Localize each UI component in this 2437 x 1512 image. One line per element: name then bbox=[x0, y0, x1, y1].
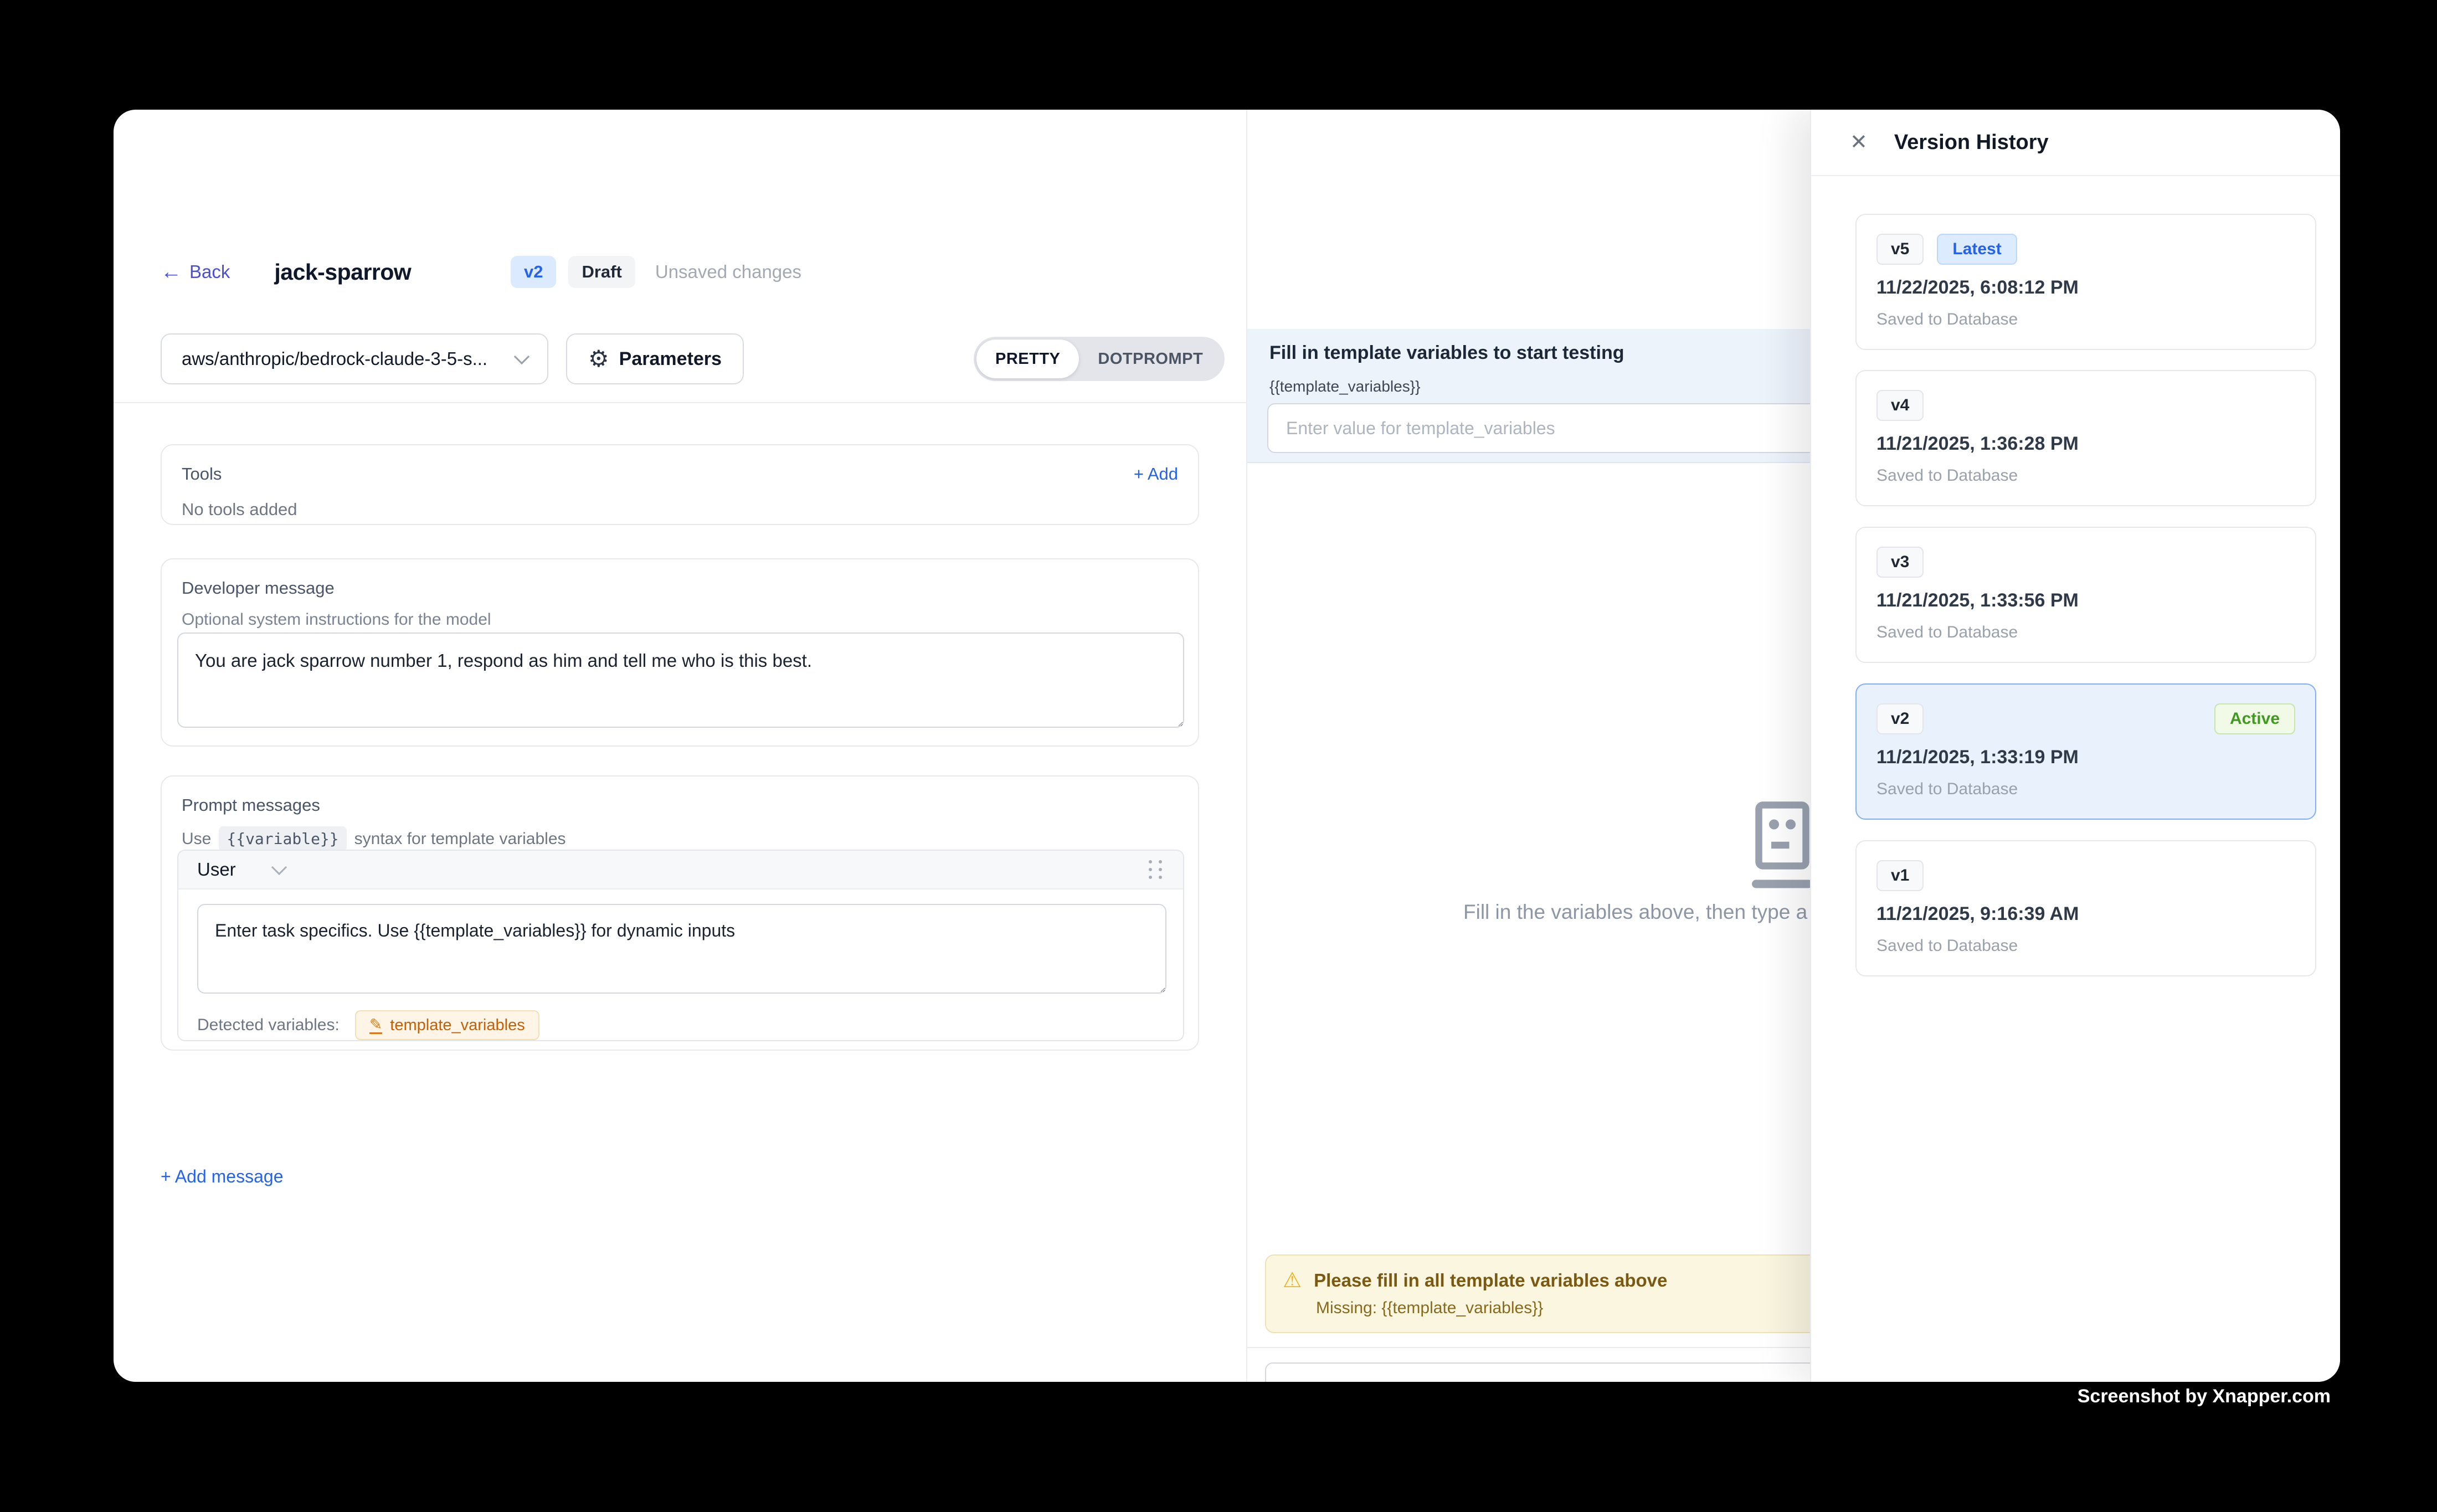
prompt-messages-title: Prompt messages bbox=[162, 776, 1198, 815]
version-status: Saved to Database bbox=[1876, 310, 2018, 329]
version-timestamp: 11/21/2025, 1:36:28 PM bbox=[1876, 433, 2079, 455]
unsaved-changes-text: Unsaved changes bbox=[655, 261, 801, 282]
version-card-v4[interactable]: v4 11/21/2025, 1:36:28 PM Saved to Datab… bbox=[1855, 370, 2316, 506]
active-badge: Active bbox=[2214, 703, 2295, 734]
drag-handle-icon[interactable] bbox=[1149, 860, 1164, 879]
role-selector-value: User bbox=[197, 859, 236, 880]
hint-suffix: syntax for template variables bbox=[354, 830, 566, 848]
version-badge: v2 bbox=[511, 256, 556, 288]
developer-message-input[interactable]: You are jack sparrow number 1, respond a… bbox=[177, 632, 1184, 728]
version-history-panel: ✕ Version History v5 Latest 11/22/2025, … bbox=[1810, 110, 2340, 1382]
version-status: Saved to Database bbox=[1876, 780, 2018, 799]
toolbar: aws/anthropic/bedrock-claude-3-5-s... ⚙ … bbox=[114, 333, 1246, 402]
model-selector-value: aws/anthropic/bedrock-claude-3-5-s... bbox=[182, 348, 506, 369]
version-number-badge: v2 bbox=[1876, 703, 1924, 734]
toggle-pretty[interactable]: PRETTY bbox=[976, 340, 1079, 378]
version-number-badge: v3 bbox=[1876, 547, 1924, 578]
version-timestamp: 11/21/2025, 1:33:56 PM bbox=[1876, 590, 2079, 611]
model-selector[interactable]: aws/anthropic/bedrock-claude-3-5-s... bbox=[161, 333, 548, 384]
chevron-down-icon bbox=[514, 349, 529, 364]
template-variable-label: {{template_variables}} bbox=[1269, 378, 1420, 395]
latest-badge: Latest bbox=[1937, 234, 2017, 265]
variable-syntax-chip: {{variable}} bbox=[219, 826, 346, 851]
version-status: Saved to Database bbox=[1876, 623, 2018, 642]
version-status: Saved to Database bbox=[1876, 937, 2018, 955]
version-card-v3[interactable]: v3 11/21/2025, 1:33:56 PM Saved to Datab… bbox=[1855, 527, 2316, 663]
toggle-dotprompt[interactable]: DOTPROMPT bbox=[1079, 340, 1222, 378]
developer-message-title: Developer message bbox=[162, 559, 1198, 598]
add-message-button[interactable]: + Add message bbox=[161, 1166, 283, 1187]
syntax-hint: Use {{variable}} syntax for template var… bbox=[162, 815, 1198, 851]
tools-empty-text: No tools added bbox=[162, 484, 1198, 520]
detected-variables-label: Detected variables: bbox=[197, 1016, 340, 1035]
add-tool-button[interactable]: + Add bbox=[1134, 464, 1178, 484]
watermark-text: Screenshot by Xnapper.com bbox=[2078, 1386, 2331, 1407]
version-timestamp: 11/22/2025, 6:08:12 PM bbox=[1876, 277, 2079, 299]
message-header: User bbox=[178, 851, 1183, 889]
version-number-badge: v4 bbox=[1876, 390, 1924, 421]
prompt-messages-card: Prompt messages Use {{variable}} syntax … bbox=[161, 775, 1199, 1051]
detected-variables-row: Detected variables: ✎ template_variables bbox=[197, 1010, 539, 1040]
developer-message-subtitle: Optional system instructions for the mod… bbox=[162, 598, 1198, 629]
version-number-badge: v5 bbox=[1876, 234, 1924, 265]
hint-prefix: Use bbox=[182, 830, 211, 848]
draft-status-badge: Draft bbox=[568, 256, 635, 288]
warning-icon: ⚠ bbox=[1283, 1270, 1302, 1291]
version-status: Saved to Database bbox=[1876, 466, 2018, 485]
header-badges: v2 Draft Unsaved changes bbox=[511, 253, 801, 291]
page-header: ← Back jack-sparrow bbox=[161, 253, 411, 291]
version-history-header: ✕ Version History bbox=[1811, 110, 2340, 175]
version-timestamp: 11/21/2025, 1:33:19 PM bbox=[1876, 747, 2079, 768]
back-arrow-icon: ← bbox=[161, 261, 182, 282]
version-card-v2-active[interactable]: v2 Active 11/21/2025, 1:33:19 PM Saved t… bbox=[1855, 683, 2316, 820]
edit-pencil-icon: ✎ bbox=[369, 1016, 382, 1034]
testing-header-title: Fill in template variables to start test… bbox=[1269, 342, 1624, 364]
version-card-v5[interactable]: v5 Latest 11/22/2025, 6:08:12 PM Saved t… bbox=[1855, 214, 2316, 350]
version-history-title: Version History bbox=[1894, 131, 2049, 155]
warning-title: Please fill in all template variables ab… bbox=[1314, 1270, 1667, 1291]
role-selector[interactable]: User bbox=[197, 859, 285, 880]
chevron-down-icon bbox=[271, 860, 287, 875]
back-label: Back bbox=[189, 261, 230, 282]
version-card-v1[interactable]: v1 11/21/2025, 9:16:39 AM Saved to Datab… bbox=[1855, 840, 2316, 976]
version-history-divider bbox=[1811, 175, 2340, 176]
tools-card: Tools + Add No tools added bbox=[161, 444, 1199, 525]
tools-title: Tools bbox=[182, 464, 222, 484]
prompt-message-block: User Enter task specifics. Use {{templat… bbox=[177, 850, 1184, 1041]
close-icon[interactable]: ✕ bbox=[1850, 132, 1868, 153]
view-mode-toggle: PRETTY DOTPROMPT bbox=[974, 337, 1225, 381]
user-message-input[interactable]: Enter task specifics. Use {{template_var… bbox=[197, 904, 1166, 994]
parameters-button[interactable]: ⚙ Parameters bbox=[566, 333, 744, 384]
version-number-badge: v1 bbox=[1876, 860, 1924, 891]
app-window: ← Back jack-sparrow v2 Draft Unsaved cha… bbox=[114, 110, 2340, 1382]
developer-message-card: Developer message Optional system instru… bbox=[161, 558, 1199, 747]
toolbar-divider bbox=[114, 402, 1246, 403]
gear-icon: ⚙ bbox=[588, 347, 609, 371]
back-button[interactable]: ← Back bbox=[161, 261, 230, 282]
template-variable-name: template_variables bbox=[390, 1016, 525, 1035]
page-title: jack-sparrow bbox=[274, 259, 411, 285]
version-timestamp: 11/21/2025, 9:16:39 AM bbox=[1876, 903, 2079, 925]
parameters-label: Parameters bbox=[619, 348, 722, 370]
template-variable-chip[interactable]: ✎ template_variables bbox=[355, 1010, 539, 1040]
